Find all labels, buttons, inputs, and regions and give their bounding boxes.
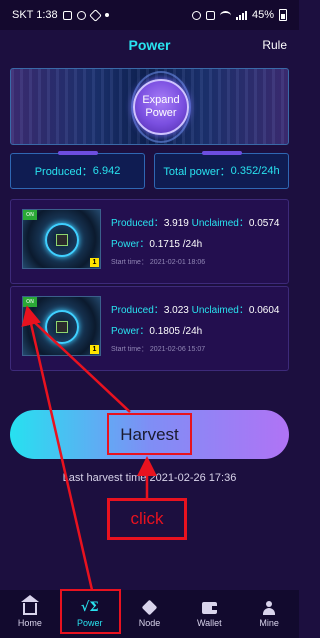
expand-power-label-line2: Power bbox=[145, 107, 177, 119]
miner-power-unit: /24h bbox=[182, 326, 203, 337]
page-title: Power bbox=[128, 37, 171, 53]
chip-icon bbox=[56, 234, 68, 246]
nav-wallet-label: Wallet bbox=[196, 618, 222, 628]
expand-power-label-line1: Expand bbox=[142, 94, 180, 106]
miner-power-row: Power：0.1715 /24h bbox=[111, 235, 202, 250]
power-banner: Expand Power bbox=[10, 68, 289, 145]
miner-start-time-value: 2021-02-01 18:06 bbox=[149, 259, 206, 266]
miner-power-value: 0.1805 bbox=[149, 326, 180, 337]
stat-tab-decoration bbox=[201, 151, 242, 155]
miner-start-time-label: Start time： bbox=[111, 259, 148, 266]
miner-card[interactable]: ON 1 Produced：3.919 Unclaimed：0.0574 Pow… bbox=[10, 199, 289, 284]
gallery-icon bbox=[62, 10, 72, 20]
miner-thumbnail: ON 1 bbox=[22, 296, 101, 356]
click-annotation-label: click bbox=[130, 509, 164, 528]
miner-start-time-value: 2021-02-06 15:07 bbox=[149, 346, 206, 353]
miner-power-value: 0.1715 bbox=[149, 239, 180, 250]
battery-icon bbox=[279, 9, 287, 21]
miner-start-time-row: Start time： 2021-02-01 18:06 bbox=[111, 257, 205, 267]
total-power-stat: Total power： 0.352/24h bbox=[154, 151, 289, 189]
nav-mine-label: Mine bbox=[259, 618, 279, 628]
miner-produced-value: 3.023 bbox=[163, 305, 189, 316]
miner-start-time-label: Start time： bbox=[111, 346, 148, 353]
last-harvest-time: Last harvest time 2021-02-26 17:36 bbox=[62, 472, 237, 484]
nav-home[interactable]: Home bbox=[0, 590, 60, 638]
miner-start-time-row: Start time： 2021-02-06 15:07 bbox=[111, 344, 205, 354]
miner-power-unit: /24h bbox=[182, 239, 203, 250]
stat-tab-decoration bbox=[57, 151, 98, 155]
signal-icon bbox=[235, 10, 247, 20]
miner-unclaimed-value: 0.0604 bbox=[248, 305, 280, 316]
click-annotation: click bbox=[107, 498, 187, 540]
cube-icon bbox=[141, 599, 158, 616]
wallet-icon bbox=[201, 601, 217, 614]
alarm-icon bbox=[191, 10, 201, 20]
nav-node[interactable]: Node bbox=[120, 590, 180, 638]
page-header: Power Rule bbox=[0, 30, 299, 60]
bottom-nav: Home √Σ Power Node Wallet Mine bbox=[0, 590, 299, 638]
level-badge: 1 bbox=[90, 345, 99, 354]
miner-produced-row: Produced：3.919 Unclaimed：0.0574 bbox=[111, 214, 279, 229]
miner-thumbnail: ON 1 bbox=[22, 209, 101, 269]
chip-icon bbox=[56, 321, 68, 333]
miner-produced-label: Produced： bbox=[111, 305, 164, 316]
person-icon bbox=[262, 600, 276, 615]
nav-home-label: Home bbox=[17, 618, 42, 628]
nav-mine[interactable]: Mine bbox=[239, 590, 299, 638]
produced-stat: Produced： 6.942 bbox=[10, 151, 145, 189]
miner-card[interactable]: ON 1 Produced：3.023 Unclaimed：0.0604 Pow… bbox=[10, 286, 289, 371]
home-icon bbox=[20, 595, 39, 615]
mute-icon bbox=[205, 10, 215, 20]
total-power-stat-value: 0.352/24h bbox=[230, 165, 280, 177]
expand-power-button[interactable]: Expand Power bbox=[133, 79, 189, 135]
level-badge: 1 bbox=[90, 258, 99, 267]
nav-wallet[interactable]: Wallet bbox=[179, 590, 239, 638]
miner-produced-label: Produced： bbox=[111, 218, 164, 229]
link-icon bbox=[88, 8, 102, 22]
on-badge: ON bbox=[23, 210, 37, 220]
status-bar: SKT 1:38 45% bbox=[0, 0, 299, 30]
miner-power-label: Power： bbox=[111, 239, 150, 250]
produced-stat-label: Produced： bbox=[34, 166, 93, 178]
rule-link[interactable]: Rule bbox=[262, 38, 287, 52]
status-carrier-time: SKT 1:38 bbox=[12, 9, 58, 21]
notification-icon bbox=[76, 10, 86, 20]
power-tab-highlight-box bbox=[60, 589, 121, 634]
miner-unclaimed-value: 0.0574 bbox=[248, 218, 280, 229]
produced-stat-value: 6.942 bbox=[92, 165, 121, 177]
battery-percentage: 45% bbox=[251, 9, 274, 21]
miner-power-label: Power： bbox=[111, 326, 150, 337]
miner-power-row: Power：0.1805 /24h bbox=[111, 322, 202, 337]
on-badge: ON bbox=[23, 297, 37, 307]
miner-unclaimed-label: Unclaimed： bbox=[191, 218, 249, 229]
total-power-stat-label: Total power： bbox=[163, 166, 231, 178]
nav-node-label: Node bbox=[138, 618, 161, 628]
miner-unclaimed-label: Unclaimed： bbox=[191, 305, 249, 316]
harvest-highlight-box bbox=[107, 413, 192, 455]
miner-produced-row: Produced：3.023 Unclaimed：0.0604 bbox=[111, 301, 279, 316]
wifi-icon bbox=[219, 10, 231, 20]
miner-produced-value: 3.919 bbox=[163, 218, 189, 229]
more-notifications-icon bbox=[104, 13, 109, 17]
